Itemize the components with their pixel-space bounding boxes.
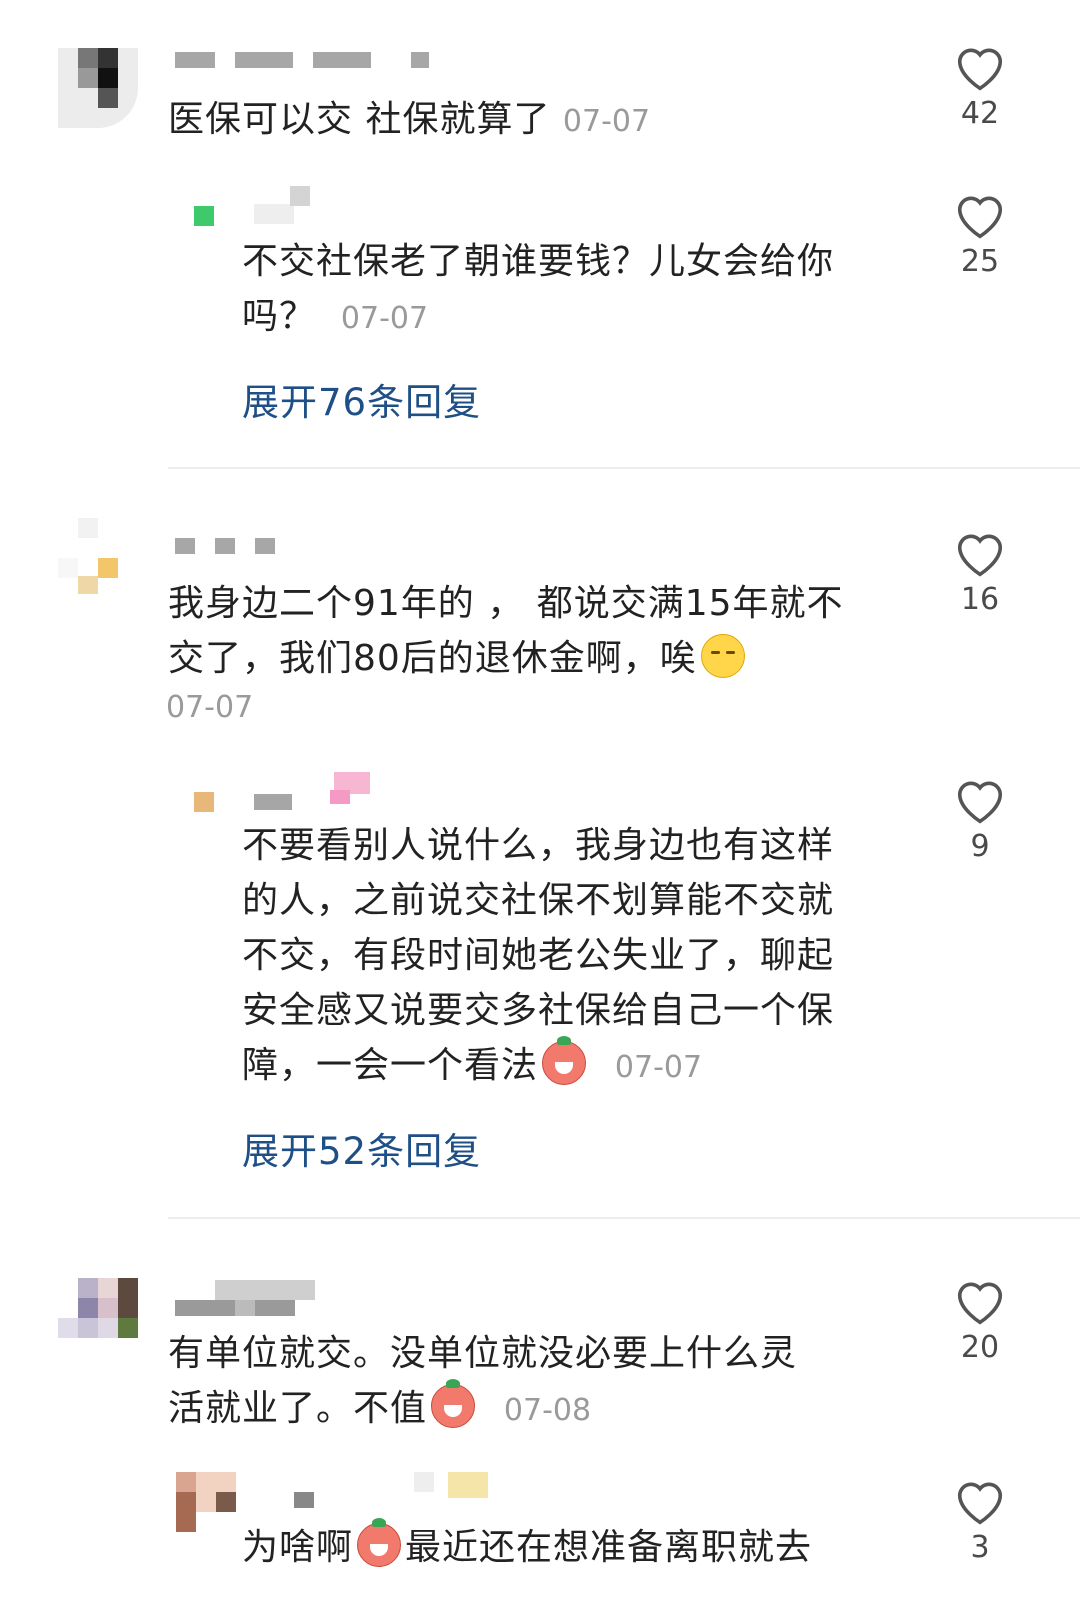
avatar[interactable] [194, 186, 314, 226]
like-button[interactable]: 42 [940, 42, 1020, 131]
divider [168, 1217, 1080, 1219]
like-button[interactable]: 25 [940, 190, 1020, 279]
like-count: 20 [960, 1330, 1000, 1365]
heart-outline-icon [957, 781, 1003, 824]
reply-text: 不交社保老了朝谁要钱？儿女会给你 吗？ 07-07 [242, 241, 835, 337]
like-count: 25 [960, 244, 1000, 279]
like-button[interactable]: 20 [940, 1276, 1020, 1365]
reply-text: 不要看别人说什么，我身边也有这样 的人，之前说交社保不划算能不交就 不交，有段时… [242, 825, 835, 1086]
like-count: 3 [970, 1530, 990, 1565]
comment-text: 有单位就交。没单位就没必要上什么灵 活就业了。不值 07-08 [168, 1333, 798, 1429]
like-button[interactable]: 16 [940, 528, 1020, 617]
comment-date: 07-07 [562, 104, 651, 139]
like-button[interactable]: 9 [940, 775, 1020, 864]
avatar[interactable] [58, 48, 138, 128]
comment-text: 医保可以交 社保就算了 07-07 [168, 99, 651, 140]
reply-text: 为啥啊 最近还在想准备离职就去 [242, 1518, 932, 1575]
heart-outline-icon [957, 1282, 1003, 1325]
reply-date: 07-07 [614, 1050, 703, 1085]
heart-outline-icon [957, 196, 1003, 239]
comment-text: 我身边二个91年的 ， 都说交满15年就不 交了，我们80后的退休金啊，唉 [168, 583, 844, 679]
like-button[interactable]: 3 [940, 1476, 1020, 1565]
username[interactable] [175, 538, 295, 558]
like-count: 16 [960, 582, 1000, 617]
heart-outline-icon [957, 534, 1003, 577]
avatar[interactable] [58, 518, 138, 598]
divider [168, 467, 1080, 469]
username[interactable] [175, 52, 435, 72]
avatar[interactable] [194, 772, 374, 812]
pensive-face-emoji [700, 634, 745, 678]
comment-date: 07-07 [166, 690, 254, 725]
comment-date: 07-08 [503, 1393, 592, 1428]
reply-date: 07-07 [340, 301, 429, 336]
heart-outline-icon [957, 48, 1003, 91]
angry-face-emoji [357, 1518, 402, 1567]
heart-outline-icon [957, 1482, 1003, 1525]
avatar[interactable] [58, 1278, 138, 1358]
like-count: 9 [970, 829, 990, 864]
angry-face-emoji [431, 1379, 476, 1428]
like-count: 42 [960, 96, 1000, 131]
expand-replies-button[interactable]: 展开76条回复 [242, 372, 481, 426]
expand-replies-button[interactable]: 展开52条回复 [242, 1121, 481, 1175]
angry-face-emoji [542, 1036, 587, 1085]
username[interactable] [175, 1280, 335, 1320]
